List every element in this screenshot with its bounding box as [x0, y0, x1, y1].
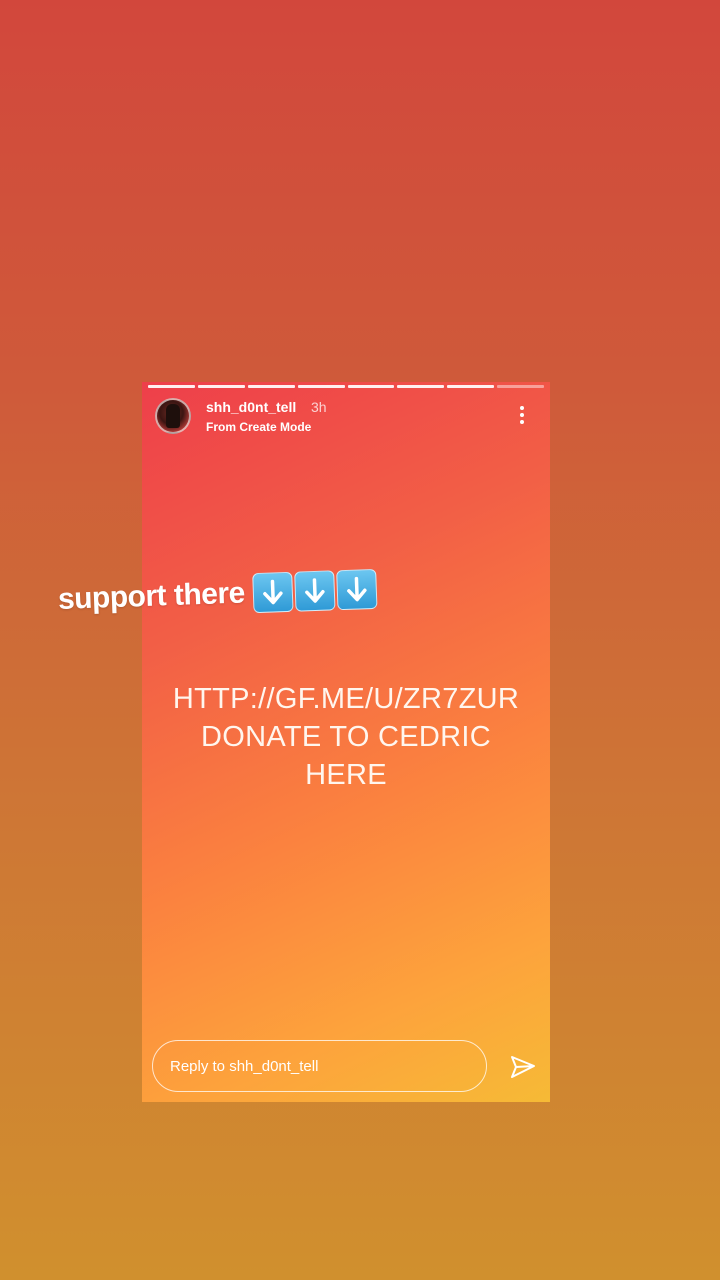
reply-input[interactable]: Reply to shh_d0nt_tell	[152, 1040, 487, 1092]
story-progress-bar	[148, 385, 544, 388]
progress-segment	[397, 385, 445, 388]
progress-segment	[347, 385, 395, 388]
story-card[interactable]: shh_d0nt_tell 3h From Create Mode HTTP:/…	[142, 382, 550, 1102]
progress-segment	[148, 385, 195, 388]
progress-segment	[247, 385, 295, 388]
avatar[interactable]	[155, 398, 191, 434]
story-text-line: HERE	[305, 759, 387, 791]
progress-segment	[447, 385, 495, 388]
sticker-text: support there	[57, 576, 246, 616]
more-vertical-icon[interactable]	[516, 406, 528, 424]
story-subtitle: From Create Mode	[206, 420, 312, 434]
story-text-line: HTTP://GF.ME/U/ZR7ZUR	[172, 683, 520, 715]
down-arrow-emoji-icon	[294, 570, 336, 612]
down-arrow-emoji-icon	[252, 571, 294, 614]
send-icon[interactable]	[510, 1054, 536, 1080]
post-time: 3h	[311, 399, 327, 415]
username[interactable]: shh_d0nt_tell	[206, 399, 296, 415]
down-arrow-emoji-icon	[335, 568, 378, 611]
progress-segment-current	[497, 385, 544, 388]
story-text: HTTP://GF.ME/U/ZR7ZUR DONATE TO CEDRIC H…	[142, 680, 550, 794]
progress-segment	[297, 385, 345, 388]
arrow-emoji-group	[252, 568, 378, 614]
story-text-line: DONATE TO CEDRIC	[201, 721, 491, 753]
reply-placeholder: Reply to shh_d0nt_tell	[170, 1057, 319, 1075]
progress-segment	[197, 385, 245, 388]
